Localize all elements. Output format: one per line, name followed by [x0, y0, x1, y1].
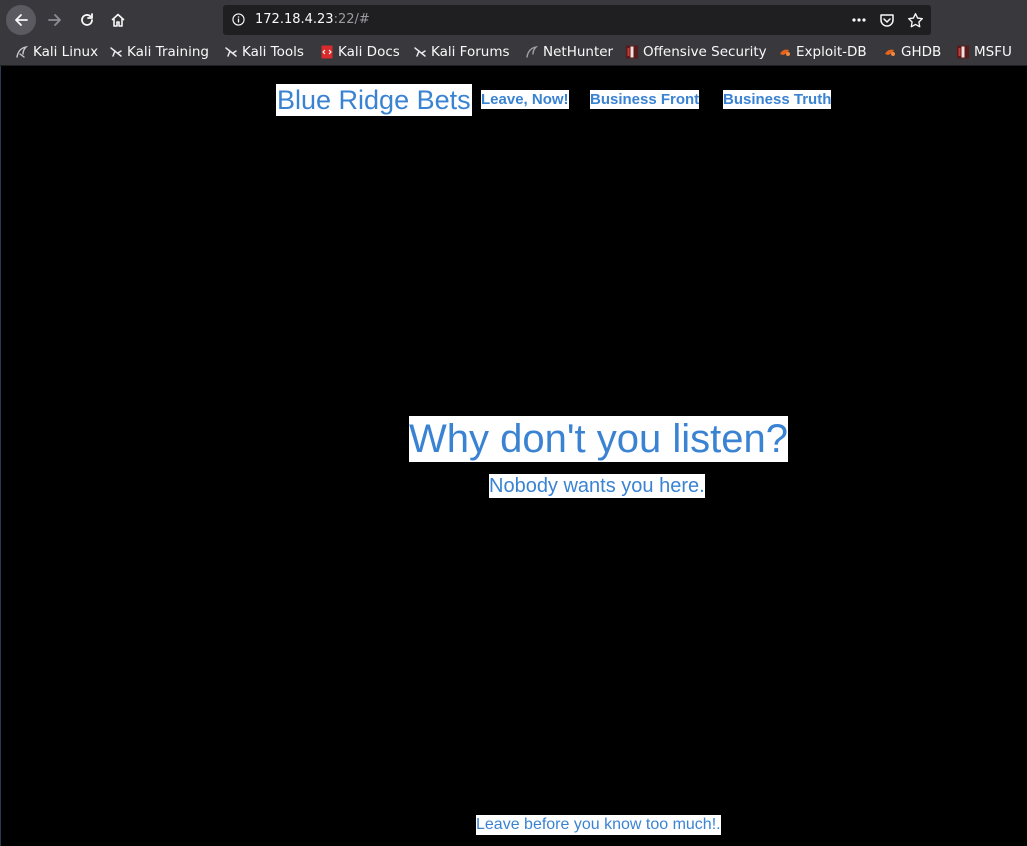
site-title: Blue Ridge Bets: [276, 84, 472, 116]
bookmark-offensive-security[interactable]: Offensive Security: [625, 43, 767, 61]
pocket-button[interactable]: [878, 11, 896, 29]
bookmark-exploit-db[interactable]: Exploit-DB: [778, 43, 867, 61]
bookmark-kali-tools[interactable]: Kali Tools: [224, 43, 304, 61]
msfu-icon: [957, 45, 969, 59]
kali-docs-icon: [321, 45, 333, 59]
bookmark-star-button[interactable]: [906, 11, 924, 29]
ellipsis-icon: [852, 18, 866, 22]
bookmark-kali-forums[interactable]: Kali Forums: [413, 43, 510, 61]
hero-subtext: Nobody wants you here.: [489, 474, 705, 498]
back-button[interactable]: [6, 5, 36, 35]
offensive-security-icon: [626, 45, 638, 59]
home-button[interactable]: [103, 5, 133, 35]
reload-button[interactable]: [72, 5, 102, 35]
kali-dragon-icon: [225, 47, 237, 57]
kali-dragon-icon: [16, 45, 29, 58]
nav-link-leave-now[interactable]: Leave, Now!: [481, 90, 569, 109]
page-viewport: Blue Ridge Bets Leave, Now! Business Fro…: [0, 66, 1027, 846]
nav-link-business-truth[interactable]: Business Truth: [723, 90, 832, 109]
page-actions-button[interactable]: [850, 11, 868, 29]
browser-toolbar: 172.18.4.23:22/#: [0, 0, 1027, 40]
nethunter-icon: [526, 45, 539, 58]
url-path: :22/#: [333, 12, 370, 27]
reload-icon: [81, 13, 93, 26]
bookmark-kali-linux[interactable]: Kali Linux: [15, 43, 98, 61]
arrow-left-icon: [15, 14, 28, 26]
home-icon: [111, 13, 125, 27]
kali-dragon-icon: [110, 47, 122, 57]
bookmark-ghdb[interactable]: GHDB: [883, 43, 941, 61]
hero-heading: Why don't you listen?: [409, 416, 788, 462]
info-icon[interactable]: [232, 13, 245, 26]
bookmark-nethunter[interactable]: NetHunter: [525, 43, 613, 61]
exploit-db-icon: [780, 49, 790, 56]
browser-window: 172.18.4.23:22/# Kali Linux Kali Trainin…: [0, 0, 1027, 846]
nav-link-business-front[interactable]: Business Front: [590, 90, 700, 109]
bookmark-kali-docs[interactable]: Kali Docs: [320, 43, 400, 61]
kali-dragon-icon: [414, 47, 426, 57]
url-bar[interactable]: 172.18.4.23:22/#: [223, 5, 931, 35]
ghdb-icon: [885, 49, 895, 56]
bookmarks-toolbar: Kali Linux Kali Training Kali Tools Kali…: [0, 40, 1027, 66]
url-host: 172.18.4.23: [255, 12, 334, 27]
pocket-icon: [880, 14, 894, 27]
url-text[interactable]: 172.18.4.23:22/#: [255, 12, 370, 28]
bookmark-kali-training[interactable]: Kali Training: [109, 43, 209, 61]
star-icon: [907, 12, 923, 27]
bookmark-msfu[interactable]: MSFU: [956, 43, 1012, 61]
arrow-right-icon: [48, 14, 61, 26]
footer-link[interactable]: Leave before you know too much!.: [476, 815, 721, 835]
forward-button[interactable]: [40, 5, 70, 35]
